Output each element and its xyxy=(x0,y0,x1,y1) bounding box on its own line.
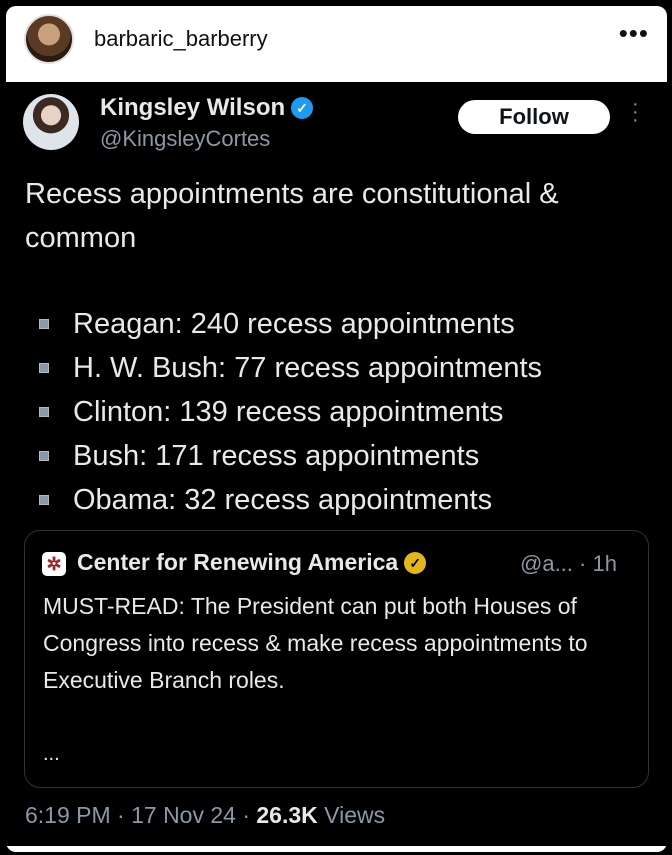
list-item: Reagan: 240 recess appointments xyxy=(25,302,655,346)
tweet-author-handle[interactable]: @KingsleyCortes xyxy=(100,126,270,152)
poster-avatar[interactable] xyxy=(24,14,74,64)
bullet-icon xyxy=(39,319,49,329)
tweet-text: Recess appointments are constitutional &… xyxy=(25,178,559,254)
bullet-icon xyxy=(39,363,49,373)
list-item-text: Bush: 171 recess appointments xyxy=(73,440,480,472)
tweet-author-name[interactable]: Kingsley Wilson ✓ xyxy=(100,94,314,122)
list-item: Clinton: 139 recess appointments xyxy=(25,390,655,434)
screenshot-frame: barbaric_barberry ••• Kingsley Wilson ✓ @… xyxy=(0,0,672,855)
tweet-meta: 6:19 PM · 17 Nov 24 · 26.3K Views xyxy=(25,802,385,829)
list-item-text: Obama: 32 recess appointments xyxy=(73,484,493,516)
more-options-icon[interactable]: ••• xyxy=(619,18,649,49)
bullet-icon xyxy=(39,451,49,461)
post-header: barbaric_barberry ••• xyxy=(6,6,667,81)
list-item-text: Reagan: 240 recess appointments xyxy=(73,308,515,340)
tweet-screenshot: Kingsley Wilson ✓ @KingsleyCortes Follow … xyxy=(6,82,667,846)
poster-username[interactable]: barbaric_barberry xyxy=(94,26,268,52)
appointments-list: Reagan: 240 recess appointments H. W. Bu… xyxy=(25,302,655,522)
list-item: Obama: 32 recess appointments xyxy=(25,478,655,522)
views-label: Views xyxy=(317,802,386,828)
kebab-menu-icon[interactable]: · · · xyxy=(632,94,639,130)
list-item-text: Clinton: 139 recess appointments xyxy=(73,396,504,428)
quoted-tweet-ellipsis: ... xyxy=(43,743,60,765)
quoted-author-handle[interactable]: @a... · 1h xyxy=(520,551,617,577)
list-item: H. W. Bush: 77 recess appointments xyxy=(25,346,655,390)
bullet-icon xyxy=(39,407,49,417)
organization-logo-icon: ✲ xyxy=(42,552,66,576)
author-name-text: Kingsley Wilson xyxy=(100,94,286,121)
views-count: 26.3K xyxy=(256,802,318,828)
tweet-author-avatar[interactable] xyxy=(23,94,79,150)
list-item: Bush: 171 recess appointments xyxy=(25,434,655,478)
tweet-timestamp[interactable]: 6:19 PM · 17 Nov 24 · xyxy=(25,802,256,828)
verified-badge-icon: ✓ xyxy=(291,97,314,119)
quoted-tweet-text: MUST-READ: The President can put both Ho… xyxy=(43,593,588,693)
follow-button[interactable]: Follow xyxy=(458,100,610,134)
quoted-author-name[interactable]: Center for Renewing America ✓ xyxy=(77,549,427,576)
quoted-author-name-text: Center for Renewing America xyxy=(77,549,399,575)
list-item-text: H. W. Bush: 77 recess appointments xyxy=(73,352,543,384)
quoted-tweet[interactable]: ✲ Center for Renewing America ✓ @a... · 1… xyxy=(24,530,649,788)
gold-verified-badge-icon: ✓ xyxy=(404,552,427,574)
bullet-icon xyxy=(39,495,49,505)
